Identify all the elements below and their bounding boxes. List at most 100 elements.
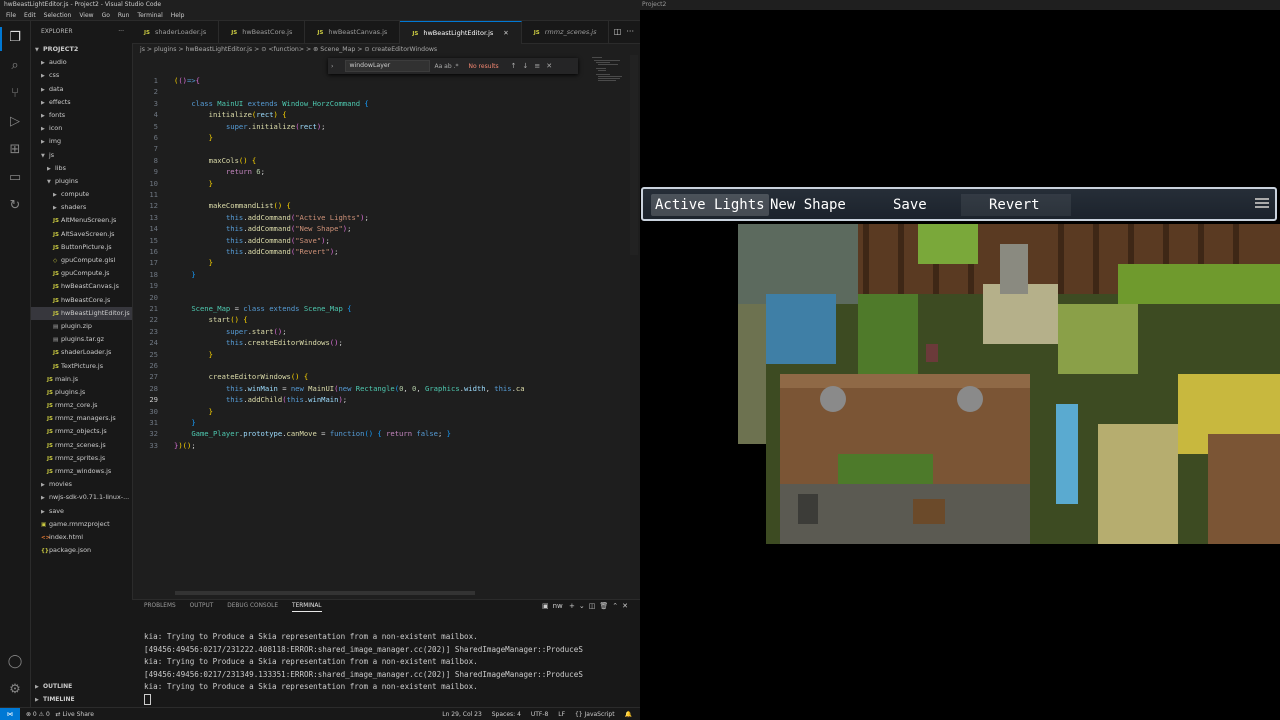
file-item[interactable]: ▣ game.rmmzproject (31, 518, 132, 531)
code-line[interactable]: 29 this.addChild(this.winMain); (132, 394, 627, 405)
file-item[interactable]: JS AltMenuScreen.js (31, 214, 132, 227)
file-item[interactable]: {}package.json (31, 544, 132, 557)
notifications-icon[interactable]: 🔔 (625, 711, 632, 718)
extensions-icon[interactable]: ⊞ (6, 141, 24, 159)
command-new-shape[interactable]: New Shape (766, 194, 850, 216)
split-editor-icon[interactable]: ◫ (614, 27, 622, 36)
code-line[interactable]: 25 } (132, 349, 627, 360)
game-map-view[interactable] (738, 224, 1280, 544)
terminal-output[interactable]: kia: Trying to Produce a Skia representa… (144, 631, 583, 707)
file-item[interactable]: JS plugins.js (31, 386, 132, 399)
code-line[interactable]: 28 this.winMain = new MainUI(new Rectang… (132, 383, 627, 394)
breadcrumb[interactable]: js > plugins > hwBeastLightEditor.js > ⊙… (140, 44, 437, 55)
code-line[interactable]: 10 } (132, 178, 627, 189)
file-item[interactable]: JS hwBeastCore.js (31, 294, 132, 307)
file-item[interactable]: JS TextPicture.js (31, 360, 132, 373)
new-terminal-icon[interactable]: + (569, 602, 579, 610)
menu-item-help[interactable]: Help (167, 10, 189, 20)
code-line[interactable]: 4 initialize(rect) { (132, 109, 627, 120)
more-actions-icon[interactable]: ··· (626, 27, 634, 36)
code-line[interactable]: 33})(); (132, 440, 627, 451)
code-line[interactable]: 6 } (132, 132, 627, 143)
project-root[interactable]: ▼ PROJECT2 (31, 43, 132, 56)
indentation[interactable]: Spaces: 4 (492, 711, 521, 718)
file-item[interactable]: ▤ plugin.zip (31, 320, 132, 333)
code-line[interactable]: 3 class MainUI extends Window_HorzComman… (132, 98, 627, 109)
folder-item[interactable]: ▶ compute (31, 188, 132, 201)
file-item[interactable]: JS rmmz_managers.js (31, 412, 132, 425)
file-item[interactable]: JS ButtonPicture.js (31, 241, 132, 254)
file-item[interactable]: JS rmmz_objects.js (31, 425, 132, 438)
language-mode[interactable]: {} JavaScript (575, 711, 615, 718)
file-item[interactable]: <>index.html (31, 531, 132, 544)
menu-icon[interactable] (1255, 198, 1269, 208)
file-item[interactable]: JS rmmz_sprites.js (31, 452, 132, 465)
editor-tab[interactable]: JS hwBeastCanvas.js (305, 21, 401, 43)
file-item[interactable]: ◇ gpuCompute.glsl (31, 254, 132, 267)
code-line[interactable]: 16 this.addCommand("Revert"); (132, 246, 627, 257)
editor-tab[interactable]: JS shaderLoader.js (132, 21, 220, 43)
cursor-position[interactable]: Ln 29, Col 23 (442, 711, 482, 718)
code-line[interactable]: 13 this.addCommand("Active Lights"); (132, 212, 627, 223)
code-line[interactable]: 7 (132, 143, 627, 154)
folder-item[interactable]: ▶ css (31, 69, 132, 82)
outline-section[interactable]: ▶ OUTLINE (31, 680, 132, 693)
folder-item[interactable]: ▶ shaders (31, 201, 132, 214)
panel-tab-problems[interactable]: PROBLEMS (144, 603, 176, 612)
folder-item[interactable]: ▶ save (31, 505, 132, 518)
code-line[interactable]: 11 (132, 189, 627, 200)
explorer-icon[interactable]: ❐ (6, 29, 24, 47)
find-options[interactable]: Aa ab .* (434, 63, 458, 70)
code-line[interactable]: 9 return 6; (132, 166, 627, 177)
timeline-section[interactable]: ▶ TIMELINE (31, 693, 132, 706)
editor-tab[interactable]: JS hwBeastLightEditor.js ✕ (400, 21, 522, 44)
folder-item[interactable]: ▶ movies (31, 478, 132, 491)
close-icon[interactable]: ✕ (503, 29, 508, 37)
file-item[interactable]: JS rmmz_core.js (31, 399, 132, 412)
account-icon[interactable]: ◯ (6, 653, 24, 671)
source-control-icon[interactable]: ⑂ (6, 85, 24, 103)
code-line[interactable]: 19 (132, 280, 627, 291)
code-line[interactable]: 14 this.addCommand("New Shape"); (132, 223, 627, 234)
close-panel-icon[interactable]: ✕ (622, 602, 632, 610)
minimap[interactable] (590, 55, 630, 115)
panel-tab-output[interactable]: OUTPUT (190, 603, 214, 612)
menu-item-go[interactable]: Go (98, 10, 114, 20)
terminal-shell-name[interactable]: nw (553, 602, 563, 610)
terminal-icon[interactable]: ▣ (542, 602, 553, 610)
menu-item-run[interactable]: Run (114, 10, 134, 20)
code-line[interactable]: 1 (()=>{ (132, 75, 627, 86)
maximize-panel-icon[interactable]: ⌃ (612, 602, 622, 610)
vertical-scrollbar[interactable] (630, 55, 638, 255)
panel-tab-debug-console[interactable]: DEBUG CONSOLE (227, 603, 278, 612)
code-line[interactable]: 26 (132, 360, 627, 371)
file-item[interactable]: ▤ plugins.tar.gz (31, 333, 132, 346)
file-item[interactable]: JS rmmz_scenes.js (31, 439, 132, 452)
horizontal-scrollbar[interactable] (175, 591, 475, 595)
code-line[interactable]: 18 } (132, 269, 627, 280)
folder-item[interactable]: ▶ nwjs-sdk-v0.71.1-linux-... (31, 491, 132, 504)
file-item[interactable]: JS AltSaveScreen.js (31, 228, 132, 241)
folder-item[interactable]: ▶ audio (31, 56, 132, 69)
editor-tab[interactable]: JS rmmz_scenes.js (522, 21, 610, 43)
search-icon[interactable]: ⌕ (6, 57, 24, 75)
chevron-right-icon[interactable]: › (331, 63, 333, 70)
menu-item-edit[interactable]: Edit (20, 10, 40, 20)
file-item[interactable]: JS gpuCompute.js (31, 267, 132, 280)
code-line[interactable]: 30 } (132, 406, 627, 417)
folder-item[interactable]: ▶ data (31, 83, 132, 96)
remote-indicator-icon[interactable]: ⋈ (0, 708, 20, 720)
folder-item[interactable]: ▶ icon (31, 122, 132, 135)
code-line[interactable]: 2 (132, 86, 627, 97)
trash-icon[interactable]: 🗑 (599, 602, 612, 610)
code-line[interactable]: 15 this.addCommand("Save"); (132, 235, 627, 246)
find-input[interactable]: windowLayer (345, 60, 431, 72)
code-line[interactable]: 27 createEditorWindows() { (132, 371, 627, 382)
menu-item-file[interactable]: File (2, 10, 20, 20)
live-share-button[interactable]: ⇄ Live Share (56, 711, 94, 718)
terminal-prompt[interactable] (144, 694, 583, 707)
editor-tab[interactable]: JS hwBeastCore.js (219, 21, 306, 43)
remote-explorer-icon[interactable]: ▭ (6, 169, 24, 187)
panel-tab-terminal[interactable]: TERMINAL (292, 603, 322, 612)
folder-item[interactable]: ▼ js (31, 149, 132, 162)
